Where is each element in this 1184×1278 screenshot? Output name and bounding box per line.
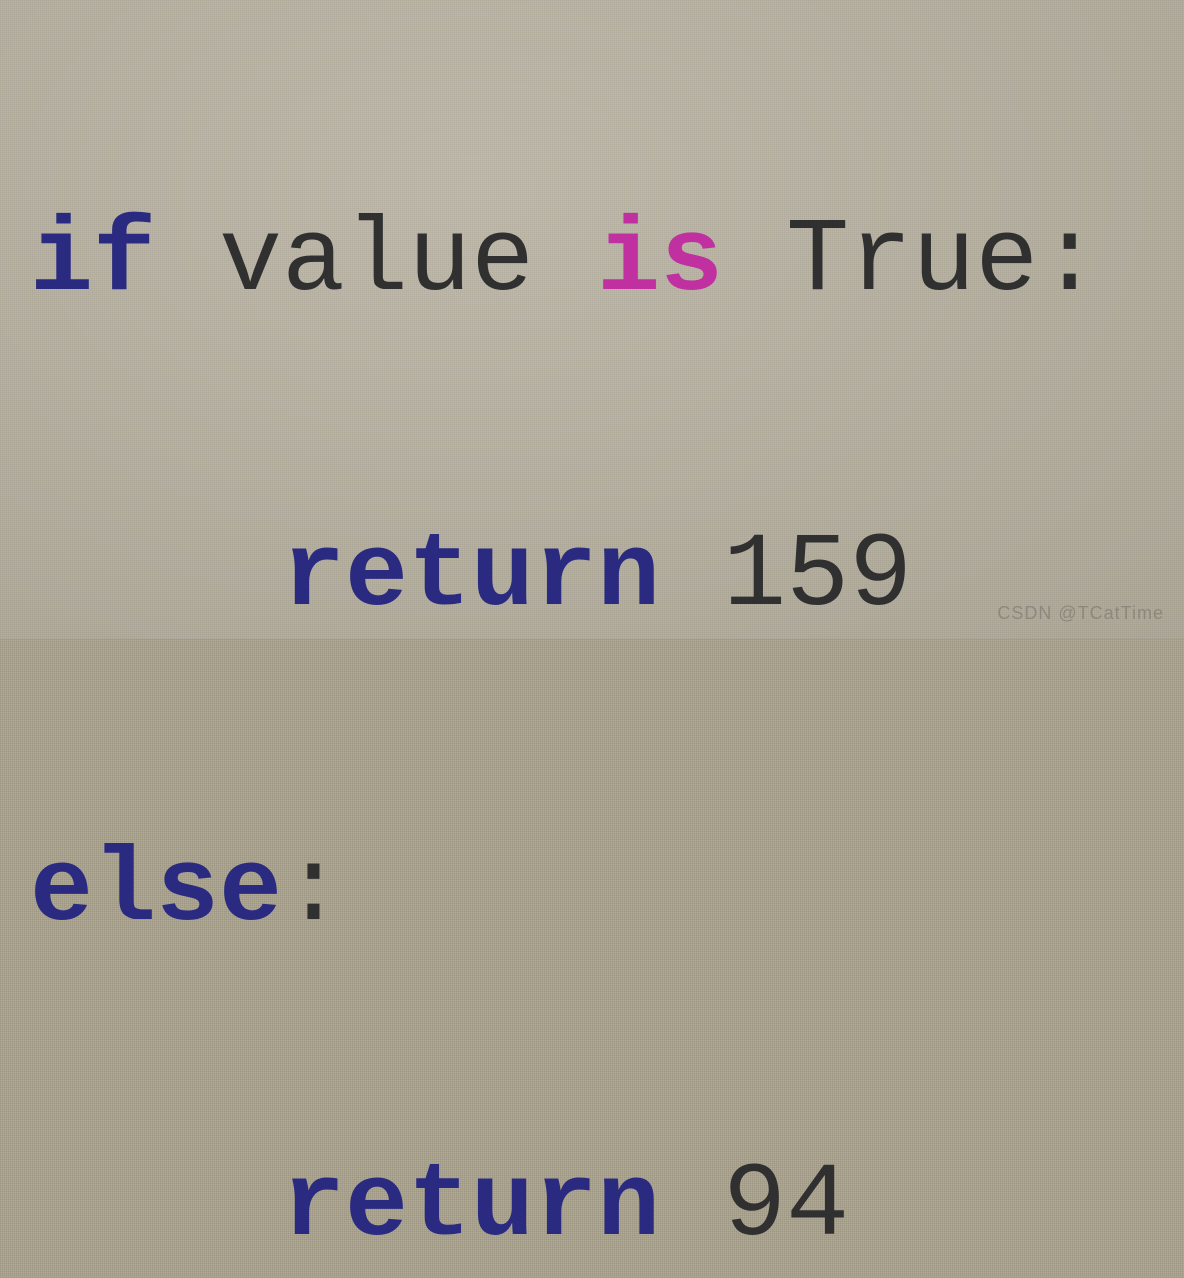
keyword-if: if: [30, 202, 156, 321]
keyword-return: return: [282, 517, 660, 636]
code-line-3: else:: [30, 813, 1154, 971]
operator-is: is: [597, 202, 723, 321]
watermark-text: CSDN @TCatTime: [997, 600, 1164, 627]
code-line-2: return 159: [30, 498, 1154, 656]
keyword-else: else: [30, 832, 282, 951]
code-line-1: if value is True:: [30, 183, 1154, 341]
number-94: 94: [723, 1147, 849, 1266]
code-block: if value is True: return 159 else: retur…: [30, 25, 1154, 1278]
identifier-value: value: [219, 202, 534, 321]
keyword-return: return: [282, 1147, 660, 1266]
literal-true: True: [786, 202, 1038, 321]
number-159: 159: [723, 517, 912, 636]
colon: :: [1038, 202, 1101, 321]
colon: :: [282, 832, 345, 951]
code-line-4: return 94: [30, 1128, 1154, 1278]
